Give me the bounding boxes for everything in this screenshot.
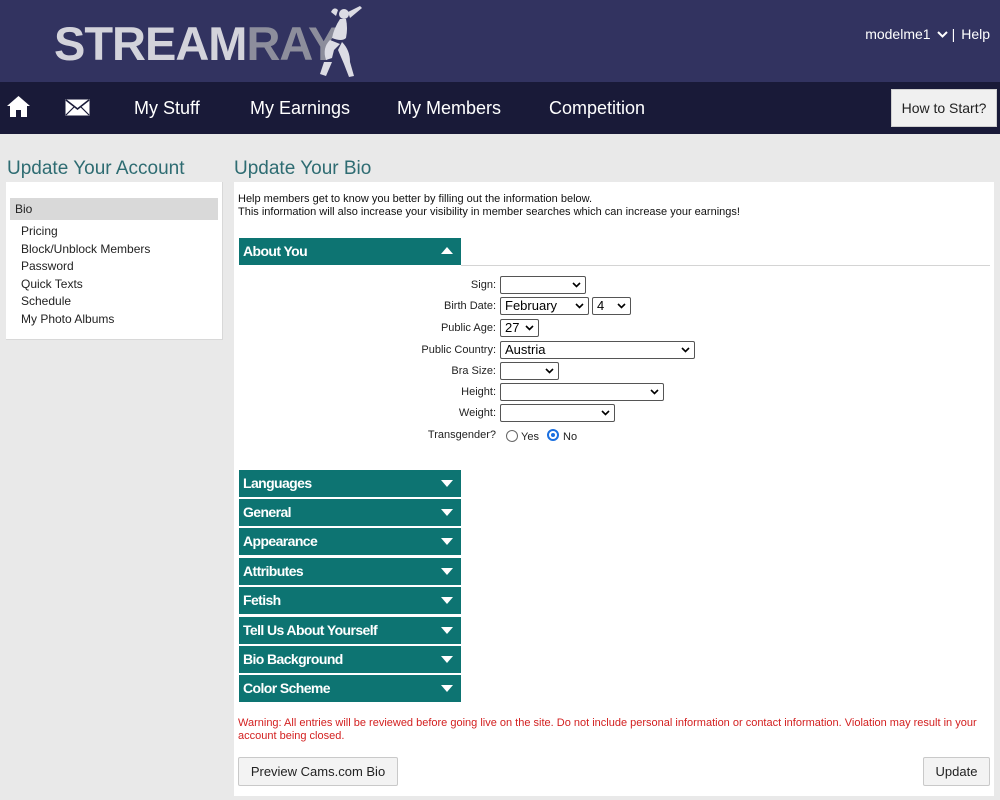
section-about-you[interactable]: About You (239, 238, 461, 265)
section-label: Bio Background (243, 651, 343, 667)
chevron-down-icon (441, 685, 453, 692)
section-divider (461, 265, 990, 266)
sidebar-title: Update Your Account (7, 158, 185, 179)
user-links: modelme1 | Help (865, 26, 990, 42)
intro-line-1: Help members get to know you better by f… (238, 193, 593, 205)
chevron-down-icon (441, 627, 453, 634)
chevron-up-icon (441, 247, 453, 254)
weight-label: Weight: (458, 407, 496, 419)
sidebar-item-bio[interactable]: Bio (10, 198, 218, 220)
warning-text: Warning: All entries will be reviewed be… (238, 717, 977, 742)
streamray-logo[interactable]: STREAMRAY (54, 16, 339, 72)
home-icon[interactable] (6, 95, 31, 119)
nav-competition[interactable]: Competition (549, 96, 645, 120)
separator: | (951, 26, 956, 42)
update-button[interactable]: Update (923, 757, 990, 786)
transgender-yes-radio[interactable] (506, 430, 518, 442)
chevron-down-icon (617, 303, 626, 309)
section-attributes[interactable]: Attributes (239, 558, 461, 585)
bra-size-select[interactable] (500, 362, 559, 380)
chevron-down-icon (572, 282, 581, 288)
section-label: About You (243, 243, 308, 259)
nav-my-earnings[interactable]: My Earnings (250, 96, 350, 120)
section-appearance[interactable]: Appearance (239, 528, 461, 555)
chevron-down-icon (650, 389, 659, 395)
public-country-label: Public Country: (421, 344, 496, 356)
help-link[interactable]: Help (961, 26, 990, 42)
section-label: Tell Us About Yourself (243, 622, 378, 638)
chevron-down-icon (601, 410, 610, 416)
nav-my-stuff[interactable]: My Stuff (134, 96, 200, 120)
public-age-value: 27 (505, 320, 520, 335)
section-label: Color Scheme (243, 680, 331, 696)
chevron-down-icon[interactable] (936, 30, 948, 38)
weight-select[interactable] (500, 404, 615, 422)
section-fetish[interactable]: Fetish (239, 587, 461, 614)
section-label: General (243, 504, 292, 520)
chevron-down-icon (441, 509, 453, 516)
public-country-value: Austria (505, 342, 546, 357)
birth-day-value: 4 (597, 298, 605, 313)
sidebar-item-pricing[interactable]: Pricing (21, 223, 58, 240)
main-navbar: My Stuff My Earnings My Members Competit… (0, 82, 1000, 134)
preview-bio-button[interactable]: Preview Cams.com Bio (238, 757, 398, 786)
chevron-down-icon (441, 597, 453, 604)
section-color-scheme[interactable]: Color Scheme (239, 675, 461, 702)
mail-icon[interactable] (65, 99, 90, 116)
transgender-no-radio[interactable] (547, 429, 559, 441)
section-tell-us-about-yourself[interactable]: Tell Us About Yourself (239, 617, 461, 644)
public-country-select[interactable]: Austria (500, 341, 695, 359)
sidebar-item-block-unblock[interactable]: Block/Unblock Members (21, 241, 150, 258)
sign-label: Sign: (470, 279, 496, 291)
chevron-down-icon (441, 656, 453, 663)
sidebar-item-quick-texts[interactable]: Quick Texts (21, 276, 83, 293)
username-link[interactable]: modelme1 (865, 26, 930, 42)
logo-figure (320, 6, 362, 77)
chevron-down-icon (441, 480, 453, 487)
section-bio-background[interactable]: Bio Background (239, 646, 461, 673)
intro-text: Help members get to know you better by f… (238, 193, 740, 219)
section-label: Languages (243, 475, 312, 491)
logo-text-main: STREAM (54, 17, 247, 70)
height-select[interactable] (500, 383, 664, 401)
sidebar-item-photo-albums[interactable]: My Photo Albums (21, 311, 114, 328)
chevron-down-icon (525, 325, 534, 331)
birth-month-select[interactable]: February (500, 297, 589, 315)
transgender-label: Transgender? (427, 429, 496, 441)
chevron-down-icon (545, 368, 554, 374)
top-header: STREAMRAY modelme1 | Help (0, 0, 1000, 82)
page-title: Update Your Bio (234, 158, 372, 179)
chevron-down-icon (681, 347, 690, 353)
sidebar-item-password[interactable]: Password (21, 258, 74, 275)
section-label: Appearance (243, 533, 318, 549)
transgender-no-label: No (563, 431, 578, 443)
section-label: Fetish (243, 592, 281, 608)
chevron-down-icon (441, 538, 453, 545)
sidebar-item-schedule[interactable]: Schedule (21, 293, 71, 310)
bra-size-label: Bra Size: (451, 365, 496, 377)
sign-select[interactable] (500, 276, 586, 294)
height-label: Height: (461, 386, 496, 398)
nav-my-members[interactable]: My Members (397, 96, 501, 120)
birth-day-select[interactable]: 4 (592, 297, 631, 315)
chevron-down-icon (575, 303, 584, 309)
chevron-down-icon (441, 568, 453, 575)
birth-date-label: Birth Date: (444, 300, 496, 312)
intro-line-2: This information will also increase your… (238, 206, 740, 218)
section-label: Attributes (243, 563, 304, 579)
public-age-label: Public Age: (440, 322, 496, 334)
how-to-start-button[interactable]: How to Start? (891, 89, 997, 127)
section-languages[interactable]: Languages (239, 470, 461, 497)
section-general[interactable]: General (239, 499, 461, 526)
transgender-yes-label: Yes (521, 431, 539, 443)
birth-month-value: February (505, 298, 558, 313)
public-age-select[interactable]: 27 (500, 319, 539, 337)
